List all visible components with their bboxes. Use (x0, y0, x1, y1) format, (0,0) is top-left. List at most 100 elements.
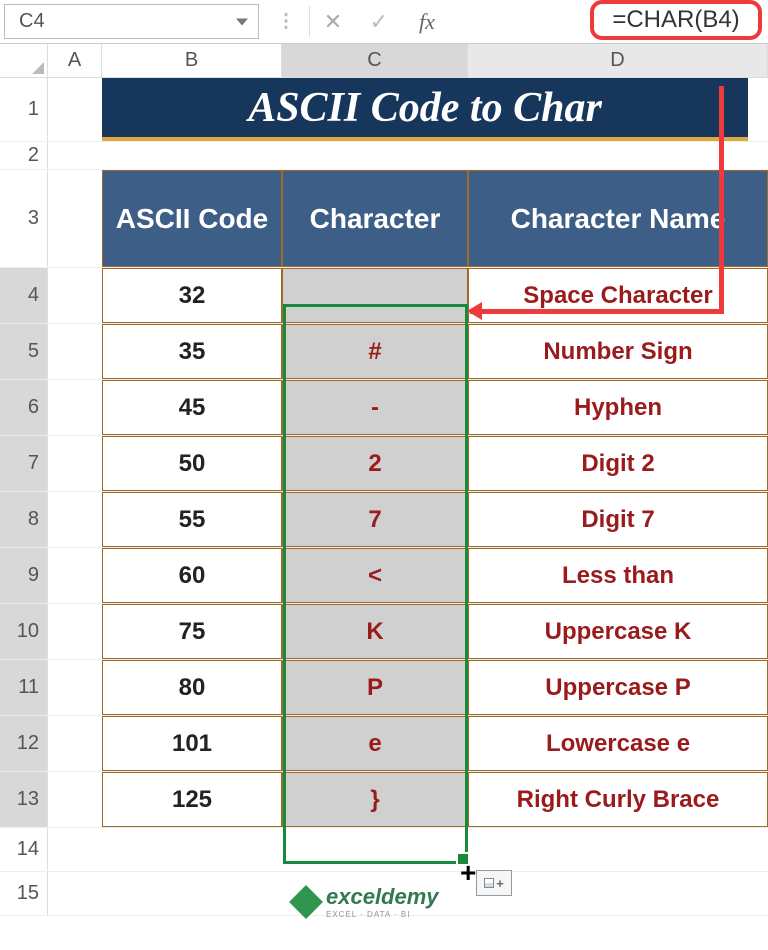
cell-a12[interactable] (48, 716, 102, 771)
row-5: 5 35 # Number Sign (0, 324, 768, 380)
cell-a8[interactable] (48, 492, 102, 547)
cell-d12[interactable]: Lowercase e (468, 716, 768, 771)
column-headers: A B C D (0, 44, 768, 78)
row-14: 14 (0, 828, 768, 872)
row-header-13[interactable]: 13 (0, 772, 48, 827)
cell-c5[interactable]: # (282, 324, 468, 379)
row-header-2[interactable]: 2 (0, 142, 48, 169)
cell-a13[interactable] (48, 772, 102, 827)
row-9: 9 60 < Less than (0, 548, 768, 604)
autofill-options-button[interactable]: + (476, 870, 512, 896)
cell-c10[interactable]: K (282, 604, 468, 659)
cell-c12[interactable]: e (282, 716, 468, 771)
fx-icon[interactable]: fx (402, 0, 452, 43)
row-8: 8 55 7 Digit 7 (0, 492, 768, 548)
formula-input[interactable]: =CHAR(B4) (452, 0, 768, 43)
fill-handle-cursor-icon: + (460, 859, 476, 887)
row-header-5[interactable]: 5 (0, 324, 48, 379)
cell-c7[interactable]: 2 (282, 436, 468, 491)
cancel-icon[interactable]: ✕ (310, 0, 356, 43)
callout-line-vertical (719, 86, 724, 314)
cell-b4[interactable]: 32 (102, 268, 282, 323)
row-3: 3 ASCII Code Character Character Name (0, 170, 768, 268)
cell-c13[interactable]: } (282, 772, 468, 827)
col-header-b[interactable]: B (102, 44, 282, 77)
cell-b2d2[interactable] (102, 142, 768, 169)
formula-callout-box: =CHAR(B4) (590, 0, 762, 40)
col-header-a[interactable]: A (48, 44, 102, 77)
watermark-logo-icon (289, 885, 323, 919)
cell-a6[interactable] (48, 380, 102, 435)
cell-a3[interactable] (48, 170, 102, 267)
cell-a1[interactable] (48, 78, 102, 141)
callout-arrow-icon (467, 302, 482, 320)
callout-line-horizontal (470, 309, 724, 314)
row-2: 2 (0, 142, 768, 170)
row-6: 6 45 - Hyphen (0, 380, 768, 436)
cells-row-14[interactable] (48, 828, 768, 871)
cell-a7[interactable] (48, 436, 102, 491)
autofill-plus-icon: + (496, 876, 504, 891)
row-header-6[interactable]: 6 (0, 380, 48, 435)
cell-a10[interactable] (48, 604, 102, 659)
cell-b11[interactable]: 80 (102, 660, 282, 715)
name-box-value: C4 (19, 10, 45, 33)
cell-b7[interactable]: 50 (102, 436, 282, 491)
cell-a5[interactable] (48, 324, 102, 379)
cell-a11[interactable] (48, 660, 102, 715)
cell-b5[interactable]: 35 (102, 324, 282, 379)
cell-a9[interactable] (48, 548, 102, 603)
formula-text: =CHAR(B4) (612, 6, 739, 34)
cell-a2[interactable] (48, 142, 102, 169)
cell-c6[interactable]: - (282, 380, 468, 435)
cell-d7[interactable]: Digit 2 (468, 436, 768, 491)
enter-icon[interactable]: ✓ (356, 0, 402, 43)
cell-c11[interactable]: P (282, 660, 468, 715)
row-header-7[interactable]: 7 (0, 436, 48, 491)
cell-c9[interactable]: < (282, 548, 468, 603)
row-header-11[interactable]: 11 (0, 660, 48, 715)
cell-d13[interactable]: Right Curly Brace (468, 772, 768, 827)
cell-b9[interactable]: 60 (102, 548, 282, 603)
cell-b13[interactable]: 125 (102, 772, 282, 827)
cell-b12[interactable]: 101 (102, 716, 282, 771)
name-box[interactable]: C4 (4, 4, 259, 39)
title-cell[interactable]: ASCII Code to Char (102, 78, 748, 141)
cell-d5[interactable]: Number Sign (468, 324, 768, 379)
col-header-c[interactable]: C (282, 44, 468, 77)
row-4: 4 32 Space Character (0, 268, 768, 324)
row-1: 1 ASCII Code to Char (0, 78, 768, 142)
row-10: 10 75 K Uppercase K (0, 604, 768, 660)
header-ascii-code[interactable]: ASCII Code (102, 170, 282, 267)
row-header-14[interactable]: 14 (0, 828, 48, 871)
row-header-4[interactable]: 4 (0, 268, 48, 323)
cell-b6[interactable]: 45 (102, 380, 282, 435)
watermark-tagline: EXCEL · DATA · BI (326, 910, 439, 919)
row-header-10[interactable]: 10 (0, 604, 48, 659)
row-header-3[interactable]: 3 (0, 170, 48, 267)
col-header-d[interactable]: D (468, 44, 768, 77)
cell-c4[interactable] (282, 268, 468, 323)
cell-d9[interactable]: Less than (468, 548, 768, 603)
cell-d10[interactable]: Uppercase K (468, 604, 768, 659)
row-header-15[interactable]: 15 (0, 872, 48, 915)
row-13: 13 125 } Right Curly Brace (0, 772, 768, 828)
row-header-8[interactable]: 8 (0, 492, 48, 547)
row-header-9[interactable]: 9 (0, 548, 48, 603)
cell-d8[interactable]: Digit 7 (468, 492, 768, 547)
cell-c8[interactable]: 7 (282, 492, 468, 547)
row-12: 12 101 e Lowercase e (0, 716, 768, 772)
row-header-1[interactable]: 1 (0, 78, 48, 141)
row-header-12[interactable]: 12 (0, 716, 48, 771)
cell-a4[interactable] (48, 268, 102, 323)
select-all-triangle[interactable] (0, 44, 48, 77)
header-character[interactable]: Character (282, 170, 468, 267)
formula-bar: C4 ⁝ ✕ ✓ fx =CHAR(B4) (0, 0, 768, 44)
formula-bar-expand-icon: ⁝ (263, 0, 309, 43)
cell-b8[interactable]: 55 (102, 492, 282, 547)
autofill-options-icon (484, 878, 494, 888)
cell-d11[interactable]: Uppercase P (468, 660, 768, 715)
watermark-brand: exceldemy (326, 884, 439, 909)
cell-b10[interactable]: 75 (102, 604, 282, 659)
cell-d6[interactable]: Hyphen (468, 380, 768, 435)
